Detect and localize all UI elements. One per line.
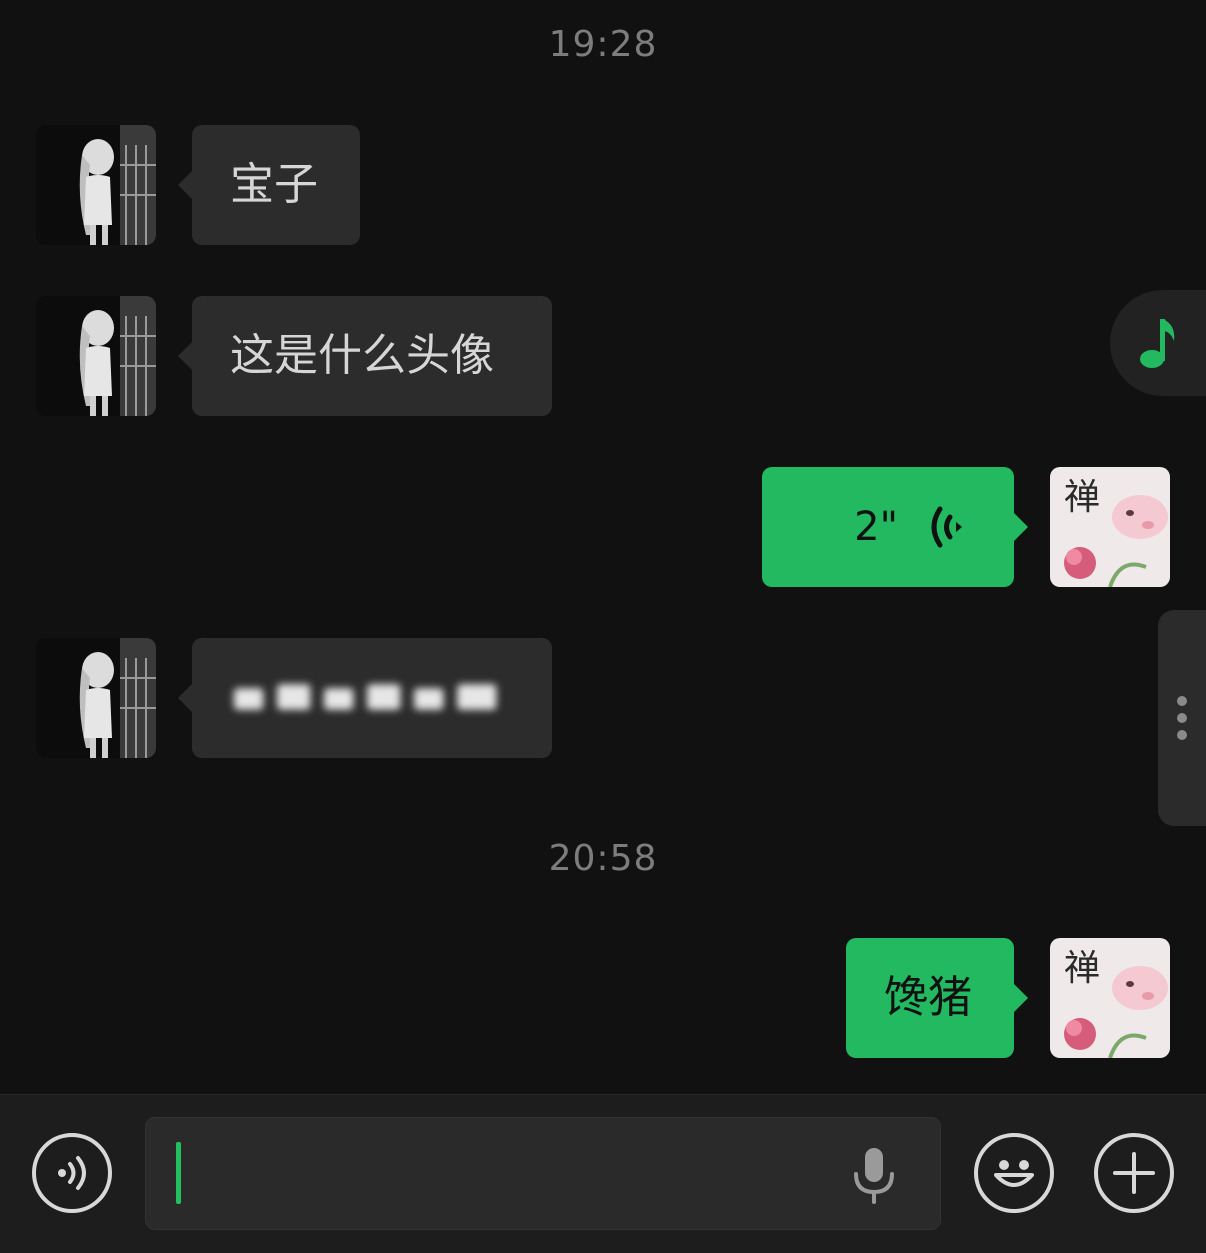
emoji-icon — [994, 1160, 1034, 1187]
microphone-icon — [854, 1148, 894, 1204]
more-button[interactable] — [1094, 1133, 1174, 1213]
svg-text:禅: 禅 — [1064, 477, 1100, 518]
self-avatar[interactable]: 禅 — [1050, 467, 1170, 587]
voice-mode-button[interactable] — [32, 1133, 112, 1213]
side-handle[interactable] — [1158, 610, 1206, 826]
chat-screen: 19:28 宝子 这是什么头像 2" 禅 20:58 馋猪 禅 — [0, 0, 1206, 1253]
timestamp: 20:58 — [548, 838, 658, 879]
music-float-button[interactable] — [1110, 290, 1206, 396]
message-bubble-incoming[interactable]: 宝子 — [178, 125, 360, 245]
voice-message-bubble[interactable]: 2" — [762, 467, 1028, 587]
music-note-icon — [1140, 319, 1175, 368]
contact-avatar[interactable] — [36, 296, 156, 416]
message-bubble-incoming[interactable]: 这是什么头像 — [178, 296, 552, 416]
voice-wave-icon — [926, 503, 966, 551]
message-text: 这是什么头像 — [230, 330, 494, 381]
emoji-button[interactable] — [974, 1133, 1054, 1213]
voice-mode-icon — [58, 1156, 86, 1190]
more-vertical-dot — [1177, 730, 1187, 740]
message-bubble-incoming-blurred[interactable] — [178, 638, 552, 758]
input-bar — [0, 1094, 1206, 1253]
more-vertical-dot — [1177, 713, 1187, 723]
message-text: 馋猪 — [884, 972, 972, 1023]
plus-icon — [1113, 1152, 1155, 1194]
message-input[interactable] — [145, 1117, 941, 1230]
contact-avatar[interactable] — [36, 125, 156, 245]
more-vertical-icon — [1177, 696, 1187, 706]
message-bubble-outgoing[interactable]: 馋猪 — [846, 938, 1028, 1058]
microphone-button[interactable] — [850, 1146, 898, 1206]
voice-duration: 2" — [854, 504, 898, 550]
svg-text:禅: 禅 — [1064, 948, 1100, 989]
message-text: 宝子 — [230, 159, 318, 210]
blurred-text — [233, 684, 497, 710]
text-caret — [176, 1142, 181, 1204]
timestamp: 19:28 — [548, 24, 658, 65]
contact-avatar[interactable] — [36, 638, 156, 758]
self-avatar[interactable]: 禅 — [1050, 938, 1170, 1058]
